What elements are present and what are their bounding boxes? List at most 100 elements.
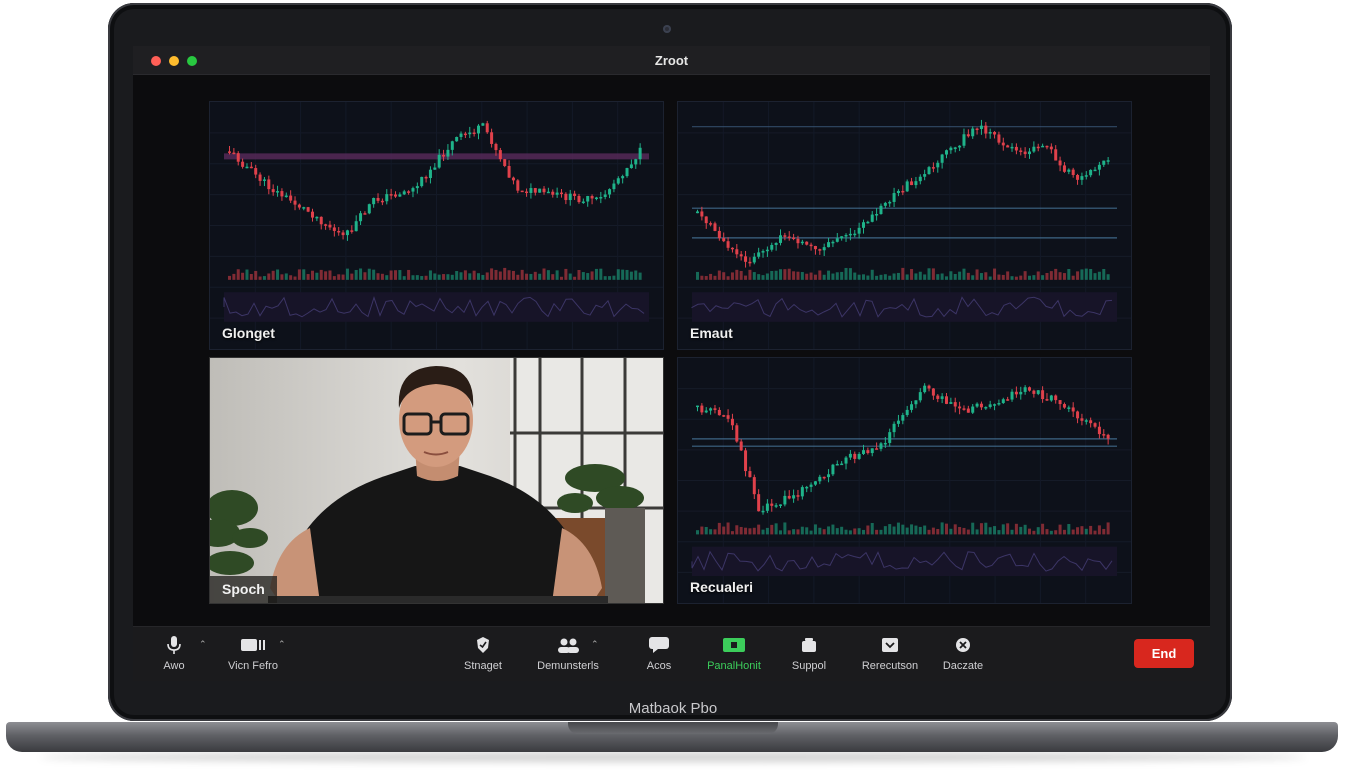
- candle: [1036, 390, 1040, 396]
- candle: [958, 145, 962, 152]
- candle: [984, 122, 988, 139]
- candle: [993, 131, 997, 139]
- candle: [997, 399, 1001, 406]
- candle: [704, 216, 708, 229]
- candle: [809, 482, 813, 493]
- candle: [888, 200, 892, 207]
- candle: [1080, 172, 1084, 185]
- candle: [594, 196, 598, 201]
- candle: [805, 241, 809, 246]
- candle: [827, 237, 831, 248]
- share-tile-3[interactable]: Recualeri: [677, 357, 1132, 604]
- candle: [573, 190, 577, 200]
- reactions-button[interactable]: Rerecutson: [857, 635, 923, 672]
- candle: [857, 452, 861, 460]
- candle: [739, 251, 743, 261]
- candle: [581, 198, 585, 204]
- candle: [1093, 422, 1097, 429]
- candle: [380, 198, 384, 206]
- candle: [914, 176, 918, 189]
- candle: [752, 253, 756, 265]
- candle: [770, 242, 774, 252]
- candle: [490, 128, 494, 148]
- candle: [315, 216, 319, 222]
- apps-button[interactable]: Daczate: [939, 635, 987, 672]
- candle: [945, 149, 948, 159]
- candle: [979, 401, 983, 411]
- chevron-up-icon[interactable]: ⌃: [591, 639, 599, 650]
- candle: [415, 182, 419, 194]
- participant-name: Spoch: [210, 576, 277, 603]
- candle: [936, 394, 940, 403]
- participant-video: [210, 358, 663, 603]
- candle: [367, 203, 371, 215]
- candle: [638, 143, 642, 165]
- candle: [761, 505, 765, 515]
- chevron-up-icon[interactable]: ⌃: [278, 639, 286, 650]
- candle: [477, 124, 480, 140]
- share-screen-icon: [723, 638, 745, 652]
- chevron-up-icon[interactable]: ⌃: [199, 639, 207, 650]
- candle: [503, 158, 507, 168]
- share-tile-2[interactable]: Emaut: [677, 101, 1132, 350]
- candle: [1071, 402, 1075, 418]
- candle: [953, 146, 957, 153]
- candle: [328, 220, 332, 231]
- candle: [546, 187, 550, 194]
- candle: [752, 474, 756, 500]
- candle: [866, 447, 870, 455]
- candle: [704, 407, 708, 414]
- candle: [997, 131, 1001, 145]
- candle: [792, 489, 796, 503]
- candle: [516, 179, 520, 194]
- candle: [975, 127, 979, 135]
- candle: [875, 208, 879, 221]
- candle: [870, 448, 874, 457]
- candle: [1032, 389, 1036, 398]
- candle: [717, 226, 721, 241]
- candle: [905, 405, 909, 417]
- share-screen-button[interactable]: PanalHonit: [699, 635, 769, 672]
- mute-button[interactable]: Awo: [157, 635, 191, 672]
- chat-button[interactable]: Acos: [641, 635, 677, 672]
- candle: [1102, 160, 1106, 167]
- candle: [402, 189, 406, 196]
- candle: [302, 206, 306, 211]
- candle: [993, 403, 997, 411]
- candle: [498, 147, 502, 162]
- record-button[interactable]: Suppol: [787, 635, 831, 672]
- candle: [564, 192, 568, 205]
- candle: [792, 233, 796, 241]
- apps-icon: [956, 638, 970, 652]
- candle: [945, 392, 948, 405]
- candle: [337, 227, 341, 236]
- candle: [293, 196, 297, 211]
- video-tile-participant[interactable]: Spoch: [209, 357, 664, 604]
- candle: [940, 153, 944, 169]
- candle: [730, 413, 734, 430]
- candle: [910, 177, 914, 186]
- end-meeting-button[interactable]: End: [1134, 639, 1194, 668]
- candle: [1076, 410, 1080, 424]
- tile-label: Emaut: [690, 325, 733, 341]
- candle: [962, 405, 966, 411]
- candle: [254, 164, 258, 179]
- candle: [748, 257, 752, 267]
- candle: [1006, 396, 1010, 401]
- candle: [1045, 393, 1049, 401]
- security-button[interactable]: Stnaget: [455, 635, 511, 672]
- candle: [529, 183, 533, 199]
- candle: [511, 176, 515, 185]
- candle: [608, 188, 612, 199]
- share-tile-1[interactable]: Glonget: [209, 101, 664, 350]
- candlestick-chart-3: [678, 358, 1131, 603]
- candle: [306, 206, 310, 213]
- video-button[interactable]: Vicn Fefro: [223, 635, 283, 672]
- candle: [1001, 397, 1005, 404]
- candle: [822, 243, 826, 256]
- candle: [538, 188, 542, 193]
- candle: [1010, 143, 1014, 152]
- candle: [927, 165, 931, 175]
- candle: [267, 175, 271, 195]
- candle: [923, 169, 927, 181]
